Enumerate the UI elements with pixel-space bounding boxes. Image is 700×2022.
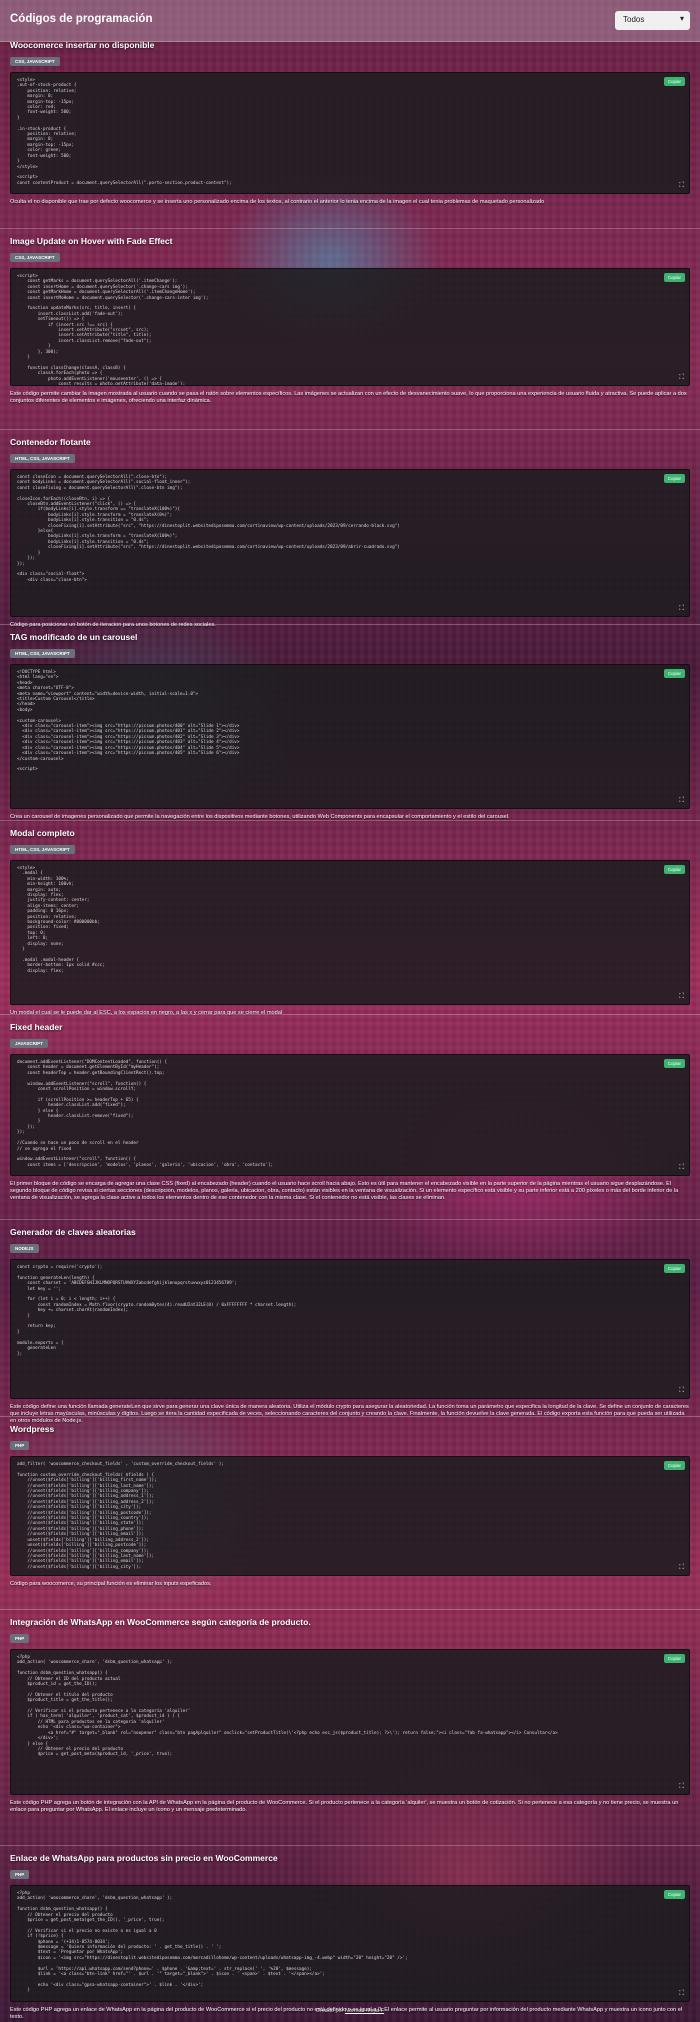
top-bar: Códigos de programación Todos ▾ [0,0,700,42]
snippet-description: Este código PHP agrega un enlace de What… [10,2007,683,2020]
snippet-title: Generador de claves aleatorias [10,1227,136,1237]
copy-button[interactable]: Copiar [663,474,685,483]
section-divider [0,820,700,821]
language-badge: PHP [10,1441,30,1450]
snippet-card: Image Update on Hover with Fade Effect CS… [0,236,700,405]
code-text: add_filter( 'woocommerce_checkout_fields… [17,1462,224,1570]
code-text: <style> .modal { min-width: 100%; min-he… [17,866,105,974]
language-badge: HTML, CSS, JAVASCRIPT [10,649,75,658]
chevron-down-icon: ▾ [679,14,684,23]
code-block[interactable]: <style> .modal { min-width: 100%; min-he… [10,860,690,1005]
snippet-card: Integración de WhatsApp en WooCommerce s… [0,1617,700,1814]
code-block[interactable]: const closeIcon = document.querySelector… [10,469,690,617]
expand-icon[interactable]: ⛶ [679,1990,684,1998]
snippet-card: Contenedor flotante HTML, CSS, JAVASCRIPT… [0,437,700,629]
snippet-card: Modal completo HTML, CSS, JAVASCRIPT <styl… [0,828,700,1017]
code-block[interactable]: <style> .out-of-stock-product { position… [10,72,690,194]
code-text: const crypto = require('crypto'); functi… [17,1265,297,1357]
snippet-description: El primer bloque de código se encarga de… [10,1181,679,1201]
code-block[interactable]: <?php add_action( 'woocommerce_share', '… [10,1885,690,2002]
code-block[interactable]: add_filter( 'woocommerce_checkout_fields… [10,1456,690,1576]
language-badge: PHP [10,1634,30,1643]
expand-icon[interactable]: ⛶ [679,182,684,190]
code-text: <?php add_action( 'woocommerce_share', '… [17,1891,408,1994]
snippet-card: Wordpress PHP add_filter( 'woocommerce_che… [0,1424,700,1588]
snippet-title: Contenedor flotante [10,437,91,447]
code-text: document.addEventListener("DOMContentLoa… [17,1060,274,1168]
snippet-card: TAG modificado de un carousel HTML, CSS, … [0,632,700,821]
snippet-title: Enlace de WhatsApp para productos sin pr… [10,1853,278,1863]
code-text: <script> const getMarks = document.query… [17,274,209,386]
section-divider [0,624,700,625]
copy-button[interactable]: Copiar [663,669,685,678]
snippet-description: Oculta el no disponible que trae por def… [10,199,545,205]
copy-button[interactable]: Copiar [663,1059,685,1068]
language-badge: HTML, CSS, JAVASCRIPT [10,454,75,463]
language-badge: JAVASCRIPT [10,1039,48,1048]
snippet-card: Generador de claves aleatorias NODEJS cons… [0,1227,700,1425]
snippet-description: Código para woocomerce, su principal fun… [10,1581,212,1587]
expand-icon[interactable]: ⛶ [679,993,684,1001]
expand-icon[interactable]: ⛶ [679,605,684,613]
snippet-title: Fixed header [10,1022,63,1032]
copy-button[interactable]: Copiar [663,273,685,282]
snippet-card: Enlace de WhatsApp para productos sin pr… [0,1853,700,2021]
snippet-title: Integración de WhatsApp en WooCommerce s… [10,1617,311,1627]
snippet-title: Image Update on Hover with Fade Effect [10,236,173,246]
snippet-title: Modal completo [10,828,75,838]
language-badge: HTML, CSS, JAVASCRIPT [10,845,75,854]
expand-icon[interactable]: ⛶ [679,1164,684,1172]
section-divider [0,1845,700,1846]
copy-button[interactable]: Copiar [663,1654,685,1663]
section-divider [0,228,700,229]
code-block[interactable]: <script> const getMarks = document.query… [10,268,690,386]
snippet-description: Este código PHP agrega un botón de integ… [10,1800,679,1813]
copy-button[interactable]: Copiar [663,1264,685,1273]
copy-button[interactable]: Copiar [663,1890,685,1899]
snippet-description: Este código permite cambiar la imagen mo… [10,391,687,404]
language-badge: PHP [10,1870,30,1879]
code-text: <?php add_action( 'woocommerce_share', '… [17,1655,558,1758]
code-block[interactable]: const crypto = require('crypto'); functi… [10,1259,690,1399]
snippet-title: Wordpress [10,1424,55,1434]
section-divider [0,1219,700,1220]
copy-button[interactable]: Copiar [663,1461,685,1470]
code-text: <!DOCTYPE html> <html lang="en"> <head> … [17,670,240,773]
snippet-card: Fixed header JAVASCRIPT document.addEventL… [0,1022,700,1202]
snippet-title: TAG modificado de un carousel [10,632,138,642]
expand-icon[interactable]: ⛶ [679,1783,684,1791]
expand-icon[interactable]: ⛶ [679,1387,684,1395]
page-title: Códigos de programación [10,13,153,25]
filter-value: Todos [623,15,645,24]
code-block[interactable]: <!DOCTYPE html> <html lang="en"> <head> … [10,664,690,809]
code-block[interactable]: document.addEventListener("DOMContentLoa… [10,1054,690,1176]
code-text: <style> .out-of-stock-product { position… [17,78,232,186]
language-badge: CSS, JAVASCRIPT [10,57,60,66]
code-text: const closeIcon = document.querySelector… [17,475,400,583]
language-badge: CSS, JAVASCRIPT [10,253,60,262]
copy-button[interactable]: Copiar [663,865,685,874]
expand-icon[interactable]: ⛶ [679,797,684,805]
snippet-card: Woocomerce insertar no disponible CSS, JA… [0,40,700,206]
category-filter-select[interactable]: Todos ▾ [615,11,690,30]
section-divider [0,1014,700,1015]
section-divider [0,1416,700,1417]
code-block[interactable]: <?php add_action( 'woocommerce_share', '… [10,1649,690,1795]
language-badge: NODEJS [10,1244,39,1253]
snippet-description: Este código define una función llamada g… [10,1404,689,1424]
section-divider [0,429,700,430]
expand-icon[interactable]: ⛶ [679,1564,684,1572]
expand-icon[interactable]: ⛶ [679,374,684,382]
section-divider [0,1609,700,1610]
copy-button[interactable]: Copiar [663,77,685,86]
